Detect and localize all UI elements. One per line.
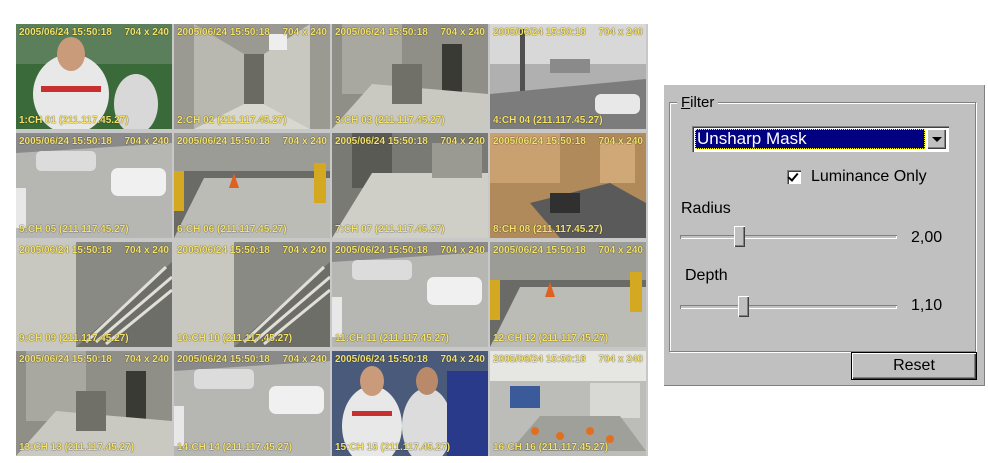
camera-resolution: 704 x 240 bbox=[440, 27, 486, 38]
camera-channel-label: 2:CH 02 (211.117.45.27) bbox=[177, 115, 287, 126]
camera-timestamp: 2005/06/24 15:50:18 bbox=[19, 354, 112, 365]
camera-tile[interactable]: 2005/06/24 15:50:18 704 x 240 13:CH 13 (21… bbox=[16, 351, 172, 456]
camera-feed-image bbox=[174, 24, 330, 129]
camera-grid: 2005/06/24 15:50:18 704 x 240 1:CH 01 (211… bbox=[16, 24, 648, 456]
camera-resolution: 704 x 240 bbox=[440, 354, 486, 365]
camera-channel-label: 7:CH 07 (211.117.45.27) bbox=[335, 224, 445, 235]
camera-feed-image bbox=[490, 24, 646, 129]
camera-channel-label: 13:CH 13 (211.117.45.27) bbox=[19, 442, 135, 453]
camera-channel-label: 4:CH 04 (211.117.45.27) bbox=[493, 115, 603, 126]
camera-resolution: 704 x 240 bbox=[598, 354, 644, 365]
camera-tile[interactable]: 2005/06/24 15:50:18 704 x 240 15:CH 15 (21… bbox=[332, 351, 488, 456]
camera-tile[interactable]: 2005/06/24 15:50:18 704 x 240 12:CH 12 (21… bbox=[490, 242, 646, 347]
depth-value: 1,10 bbox=[911, 297, 943, 314]
camera-resolution: 704 x 240 bbox=[282, 136, 328, 147]
camera-tile[interactable]: 2005/06/24 15:50:18 704 x 240 11:CH 11 (21… bbox=[332, 242, 488, 347]
camera-channel-label: 9:CH 09 (211.117.45.27) bbox=[19, 333, 129, 344]
camera-timestamp: 2005/06/24 15:50:18 bbox=[177, 27, 270, 38]
camera-feed-image bbox=[174, 242, 330, 347]
camera-feed-image bbox=[490, 242, 646, 347]
filter-title-rest: ilter bbox=[690, 94, 715, 111]
reset-button[interactable]: Reset bbox=[851, 352, 977, 380]
camera-tile[interactable]: 2005/06/24 15:50:18 704 x 240 3:CH 03 (211… bbox=[332, 24, 488, 129]
camera-timestamp: 2005/06/24 15:50:18 bbox=[493, 354, 586, 365]
camera-feed-image bbox=[490, 351, 646, 456]
camera-feed-image bbox=[16, 351, 172, 456]
filter-group-title: Filter bbox=[677, 94, 719, 111]
filter-type-dropdown[interactable]: Unsharp Mask bbox=[692, 126, 949, 152]
filter-panel: Filter Unsharp Mask Luminance Only Radiu… bbox=[663, 84, 985, 386]
camera-timestamp: 2005/06/24 15:50:18 bbox=[493, 136, 586, 147]
camera-channel-label: 6:CH 06 (211.117.45.27) bbox=[177, 224, 287, 235]
camera-tile[interactable]: 2005/06/24 15:50:18 704 x 240 1:CH 01 (211… bbox=[16, 24, 172, 129]
depth-slider-track[interactable] bbox=[680, 305, 897, 309]
luminance-only-label: Luminance Only bbox=[811, 168, 927, 185]
camera-channel-label: 15:CH 15 (211.117.45.27) bbox=[335, 442, 451, 453]
camera-channel-label: 12:CH 12 (211.117.45.27) bbox=[493, 333, 609, 344]
camera-timestamp: 2005/06/24 15:50:18 bbox=[19, 27, 112, 38]
camera-timestamp: 2005/06/24 15:50:18 bbox=[493, 245, 586, 256]
luminance-only-checkbox[interactable] bbox=[787, 170, 801, 184]
camera-tile[interactable]: 2005/06/24 15:50:18 704 x 240 2:CH 02 (211… bbox=[174, 24, 330, 129]
camera-resolution: 704 x 240 bbox=[124, 27, 170, 38]
camera-timestamp: 2005/06/24 15:50:18 bbox=[335, 245, 428, 256]
camera-resolution: 704 x 240 bbox=[124, 354, 170, 365]
camera-timestamp: 2005/06/24 15:50:18 bbox=[177, 245, 270, 256]
camera-tile[interactable]: 2005/06/24 15:50:18 704 x 240 8:CH 08 (211… bbox=[490, 133, 646, 238]
camera-channel-label: 14:CH 14 (211.117.45.27) bbox=[177, 442, 293, 453]
camera-channel-label: 16:CH 16 (211.117.45.27) bbox=[493, 442, 609, 453]
camera-resolution: 704 x 240 bbox=[124, 136, 170, 147]
radius-value: 2,00 bbox=[911, 229, 943, 246]
depth-slider-thumb[interactable] bbox=[737, 296, 749, 317]
chevron-down-icon[interactable] bbox=[927, 129, 946, 149]
camera-resolution: 704 x 240 bbox=[598, 136, 644, 147]
camera-timestamp: 2005/06/24 15:50:18 bbox=[493, 27, 586, 38]
camera-tile[interactable]: 2005/06/24 15:50:18 704 x 240 10:CH 10 (21… bbox=[174, 242, 330, 347]
camera-feed-image bbox=[16, 133, 172, 238]
camera-feed-image bbox=[332, 24, 488, 129]
camera-timestamp: 2005/06/24 15:50:18 bbox=[177, 136, 270, 147]
camera-tile[interactable]: 2005/06/24 15:50:18 704 x 240 6:CH 06 (211… bbox=[174, 133, 330, 238]
filter-title-mnemonic: F bbox=[681, 94, 691, 111]
camera-timestamp: 2005/06/24 15:50:18 bbox=[335, 27, 428, 38]
camera-tile[interactable]: 2005/06/24 15:50:18 704 x 240 4:CH 04 (211… bbox=[490, 24, 646, 129]
camera-feed-image bbox=[332, 351, 488, 456]
radius-slider-track[interactable] bbox=[680, 235, 897, 239]
camera-resolution: 704 x 240 bbox=[598, 245, 644, 256]
camera-timestamp: 2005/06/24 15:50:18 bbox=[19, 245, 112, 256]
camera-tile[interactable]: 2005/06/24 15:50:18 704 x 240 9:CH 09 (211… bbox=[16, 242, 172, 347]
camera-resolution: 704 x 240 bbox=[282, 245, 328, 256]
radius-slider-thumb[interactable] bbox=[733, 226, 745, 247]
camera-timestamp: 2005/06/24 15:50:18 bbox=[19, 136, 112, 147]
camera-resolution: 704 x 240 bbox=[440, 136, 486, 147]
camera-feed-image bbox=[332, 133, 488, 238]
camera-feed-image bbox=[490, 133, 646, 238]
radius-label: Radius bbox=[681, 200, 731, 217]
camera-resolution: 704 x 240 bbox=[124, 245, 170, 256]
filter-type-value: Unsharp Mask bbox=[695, 129, 925, 149]
camera-resolution: 704 x 240 bbox=[282, 354, 328, 365]
camera-resolution: 704 x 240 bbox=[440, 245, 486, 256]
camera-resolution: 704 x 240 bbox=[282, 27, 328, 38]
camera-channel-label: 10:CH 10 (211.117.45.27) bbox=[177, 333, 293, 344]
camera-tile[interactable]: 2005/06/24 15:50:18 704 x 240 5:CH 05 (211… bbox=[16, 133, 172, 238]
camera-feed-image bbox=[174, 133, 330, 238]
camera-feed-image bbox=[332, 242, 488, 347]
camera-timestamp: 2005/06/24 15:50:18 bbox=[335, 354, 428, 365]
camera-tile[interactable]: 2005/06/24 15:50:18 704 x 240 7:CH 07 (211… bbox=[332, 133, 488, 238]
camera-timestamp: 2005/06/24 15:50:18 bbox=[177, 354, 270, 365]
camera-channel-label: 5:CH 05 (211.117.45.27) bbox=[19, 224, 129, 235]
camera-channel-label: 11:CH 11 (211.117.45.27) bbox=[335, 333, 449, 344]
camera-feed-image bbox=[16, 242, 172, 347]
camera-channel-label: 8:CH 08 (211.117.45.27) bbox=[493, 224, 603, 235]
camera-feed-image bbox=[174, 351, 330, 456]
camera-tile[interactable]: 2005/06/24 15:50:18 704 x 240 16:CH 16 (21… bbox=[490, 351, 646, 456]
camera-feed-image bbox=[16, 24, 172, 129]
depth-label: Depth bbox=[685, 267, 728, 284]
camera-channel-label: 1:CH 01 (211.117.45.27) bbox=[19, 115, 129, 126]
camera-timestamp: 2005/06/24 15:50:18 bbox=[335, 136, 428, 147]
camera-tile[interactable]: 2005/06/24 15:50:18 704 x 240 14:CH 14 (21… bbox=[174, 351, 330, 456]
camera-channel-label: 3:CH 03 (211.117.45.27) bbox=[335, 115, 445, 126]
camera-resolution: 704 x 240 bbox=[598, 27, 644, 38]
